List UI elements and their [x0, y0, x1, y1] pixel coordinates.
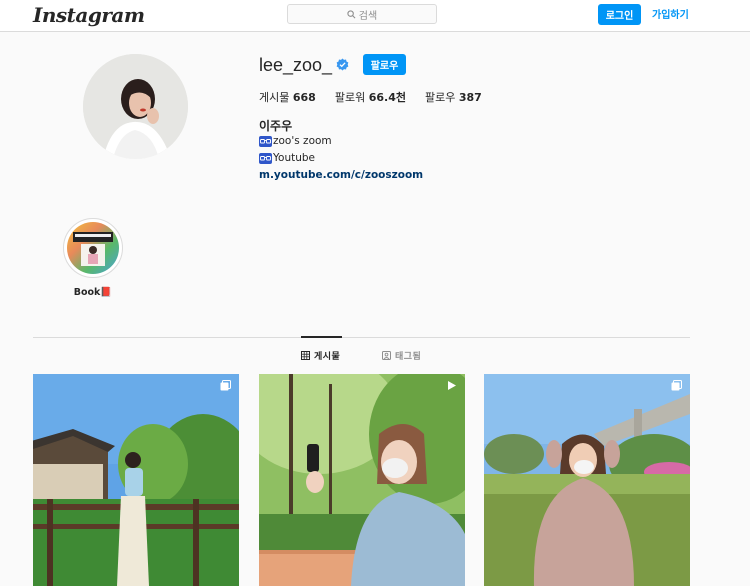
profile-external-link[interactable]: m.youtube.com/c/zooszoom: [259, 169, 423, 181]
active-tab-indicator: [301, 336, 342, 338]
tab-posts-label: 게시물: [314, 352, 341, 362]
post-thumbnail[interactable]: [33, 374, 239, 586]
stat-posts-label: 게시물: [259, 91, 290, 104]
login-button[interactable]: 로그인: [598, 4, 641, 25]
search-input[interactable]: 검색: [287, 4, 437, 24]
search-placeholder: 검색: [358, 10, 378, 22]
tag-icon: [382, 351, 391, 360]
profile-photo: [83, 54, 188, 159]
post-thumbnail[interactable]: [484, 374, 690, 586]
stat-posts: 게시물 668: [259, 89, 316, 105]
stat-followers-value: 66.4천: [368, 91, 406, 104]
bio-text: Youtube: [273, 152, 315, 164]
stat-followers-label: 팔로워: [334, 91, 366, 104]
bio-line: zoo's zoom: [259, 135, 332, 147]
post-image: [259, 374, 465, 586]
follow-button[interactable]: 팔로우: [363, 54, 406, 75]
story-highlight[interactable]: [63, 218, 123, 278]
multiple-photos-icon: [671, 380, 682, 391]
post-image: [484, 374, 690, 586]
bio-text: zoo's zoom: [273, 135, 332, 147]
highlight-label: Book📕: [73, 287, 113, 298]
stat-followers[interactable]: 팔로워 66.4천: [335, 89, 406, 105]
instagram-logo[interactable]: Instagram: [33, 3, 145, 27]
stat-posts-value: 668: [292, 91, 316, 104]
grid-icon: [301, 351, 310, 360]
bio-line: Youtube: [259, 152, 315, 164]
profile-stats: 게시물 668 팔로워 66.4천 팔로우 387: [259, 89, 501, 105]
tab-divider: [33, 337, 690, 338]
profile-username: lee_zoo_: [259, 55, 333, 75]
profile-avatar[interactable]: [83, 54, 188, 159]
top-navigation-bar: Instagram 검색 로그인 가입하기: [0, 0, 750, 32]
tab-tagged-label: 태그됨: [395, 352, 422, 362]
stat-following-value: 387: [458, 91, 482, 104]
stat-following-label: 팔로우: [424, 91, 456, 104]
verified-badge-icon: [336, 58, 349, 71]
profile-full-name: 이주우: [259, 119, 293, 133]
post-image: [33, 374, 239, 586]
search-icon: [347, 9, 356, 18]
post-thumbnail[interactable]: [259, 374, 465, 586]
multiple-photos-icon: [220, 380, 231, 391]
signup-link[interactable]: 가입하기: [652, 6, 689, 21]
stat-following[interactable]: 팔로우 387: [425, 89, 482, 105]
tab-tagged[interactable]: 태그됨: [382, 349, 421, 362]
highlight-cover: [67, 222, 119, 274]
play-icon: [448, 381, 456, 390]
tab-posts[interactable]: 게시물: [301, 349, 340, 362]
glasses-emoji-icon: [259, 135, 272, 147]
glasses-emoji-icon: [259, 152, 272, 164]
